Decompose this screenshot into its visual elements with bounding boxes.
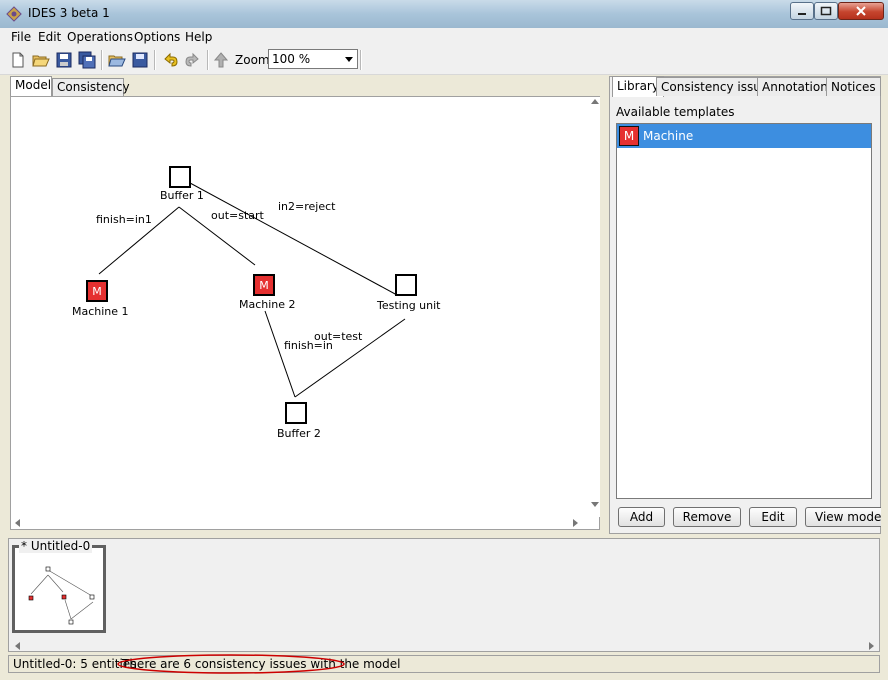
up-icon[interactable] [212,51,230,69]
new-icon[interactable] [9,51,27,69]
model-canvas[interactable]: M M Buffer 1 Machine 1 Machine 2 Testing… [10,96,600,530]
edge-line[interactable] [178,176,398,296]
edge-label[interactable]: finish=in1 [96,213,152,226]
status-bar: Untitled-0: 5 entities There are 6 consi… [8,654,880,674]
close-icon [856,6,866,16]
node-label: Testing unit [377,299,441,312]
edge-line[interactable] [264,310,296,398]
vertical-scrollbar[interactable] [591,97,600,517]
app-logo-icon [6,6,22,22]
available-templates-label: Available templates [616,105,735,119]
horizontal-scrollbar[interactable] [11,517,591,529]
tab-model[interactable]: Model [10,76,52,96]
scroll-right-icon[interactable] [573,519,578,527]
minimize-icon [798,13,806,15]
save-workspace-icon[interactable] [131,51,149,69]
machine-marker: M [92,285,102,298]
edge-label[interactable]: out=test [314,330,362,343]
scroll-right-icon[interactable] [869,642,874,650]
menu-bar: File Edit Operations Options Help [0,28,888,46]
scroll-left-icon[interactable] [15,519,20,527]
menu-file[interactable]: File [11,30,31,44]
node-buffer2[interactable] [285,402,307,424]
menu-operations[interactable]: Operations [67,30,133,44]
add-button[interactable]: Add [618,507,665,527]
open-icon[interactable] [32,51,50,69]
edit-button[interactable]: Edit [749,507,797,527]
model-panel: Model Consistency M M Buffer 1 Machine 1 [8,76,604,532]
node-testing-unit[interactable] [395,274,417,296]
toolbar: Zoom: 100 % [0,46,888,75]
save-all-icon[interactable] [78,51,96,69]
model-tab-label: * Untitled-0 [19,539,93,553]
title-bar[interactable]: IDES 3 beta 1 [0,0,888,29]
model-thumbnail[interactable] [12,545,106,633]
menu-options[interactable]: Options [134,30,180,44]
app-window: IDES 3 beta 1 File Edit Operations Optio… [0,0,888,680]
maximize-icon [820,6,832,16]
close-button[interactable] [838,2,884,20]
template-list[interactable]: M Machine [616,123,872,499]
menu-edit[interactable]: Edit [38,30,61,44]
save-icon[interactable] [55,51,73,69]
edge-label[interactable]: in2=reject [278,200,335,213]
thumbnail-graph [28,566,95,625]
zoom-value: 100 % [272,52,311,66]
node-label: Buffer 2 [277,427,321,440]
maximize-button[interactable] [814,2,838,20]
node-label: Machine 2 [239,298,296,311]
remove-button[interactable]: Remove [673,507,741,527]
edge-label[interactable]: out=start [211,209,264,222]
zoom-select[interactable]: 100 % [268,49,358,69]
template-name: Machine [643,129,694,143]
scroll-up-icon[interactable] [591,99,599,104]
open-workspace-icon[interactable] [108,51,126,69]
node-label: Buffer 1 [160,189,204,202]
redo-icon[interactable] [184,51,202,69]
scroll-down-icon[interactable] [591,502,599,507]
node-buffer1[interactable] [169,166,191,188]
library-panel: Library Consistency issues Annotations N… [609,76,881,534]
machine-marker: M [259,279,269,292]
toolbar-separator [101,50,103,70]
scroll-left-icon[interactable] [15,642,20,650]
machine-icon: M [619,126,639,146]
highlight-ellipse [117,654,345,674]
model-filmstrip: * Untitled-0 [8,538,880,652]
tab-notices[interactable]: Notices [826,77,881,96]
view-model-button[interactable]: View model [805,507,881,527]
menu-help[interactable]: Help [185,30,212,44]
toolbar-separator [154,50,156,70]
template-item-machine[interactable]: M Machine [617,124,871,148]
tab-consistency[interactable]: Consistency [52,78,130,96]
undo-icon[interactable] [161,51,179,69]
window-title: IDES 3 beta 1 [28,6,110,20]
toolbar-separator [207,50,209,70]
node-label: Machine 1 [72,305,129,318]
chevron-down-icon [345,57,353,62]
toolbar-separator [360,50,362,70]
minimize-button[interactable] [790,2,814,20]
